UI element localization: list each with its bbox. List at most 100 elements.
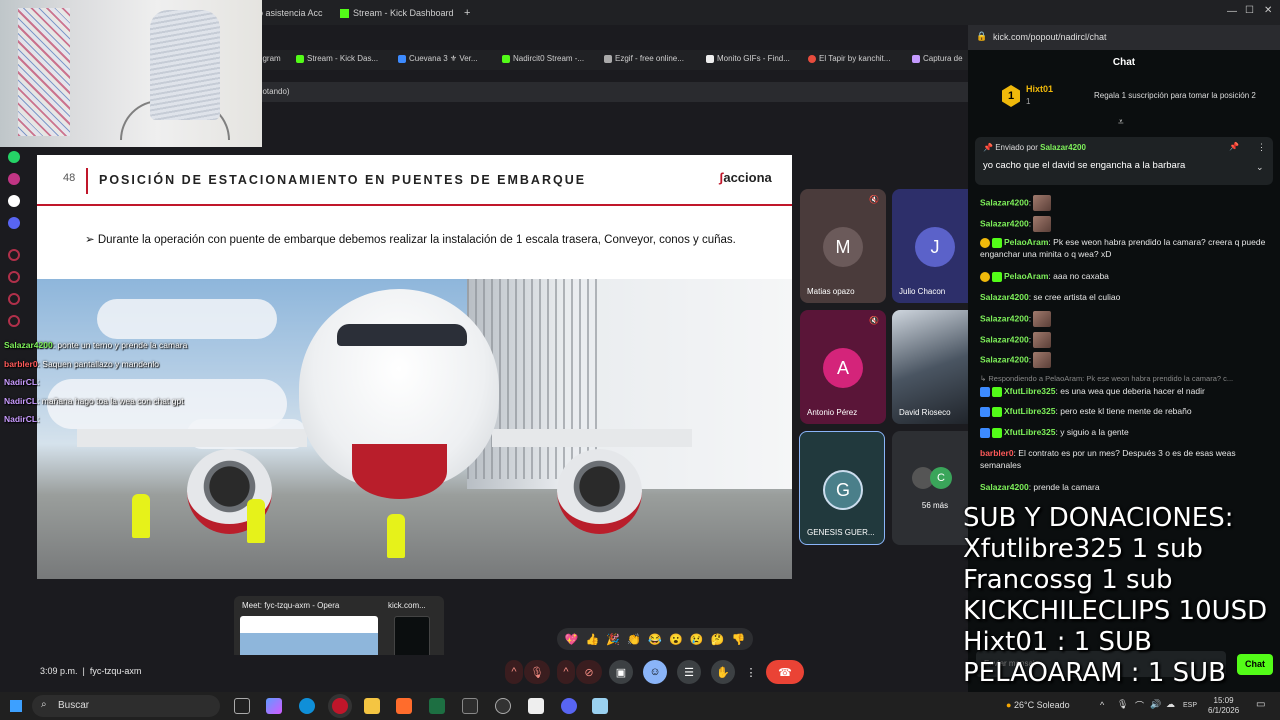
emoji-button[interactable]: ☺ xyxy=(643,660,667,684)
close-icon[interactable]: ✕ xyxy=(1264,5,1272,16)
opera-icon[interactable] xyxy=(332,698,348,714)
participant-tile[interactable]: J Julio Chacon xyxy=(892,189,978,303)
gift-sub-text[interactable]: Regala 1 suscripción para tomar la posic… xyxy=(1094,91,1256,100)
epic-games-icon[interactable] xyxy=(462,698,478,714)
participant-tile[interactable]: 🔇 M Matias opazo xyxy=(800,189,886,303)
pinned-text: yo cacho que el david se engancha a la b… xyxy=(983,160,1186,171)
chat-user[interactable]: barbler0 xyxy=(980,448,1014,458)
instagram-icon[interactable] xyxy=(8,173,20,185)
wifi-icon[interactable]: ⌒ xyxy=(1135,699,1144,712)
preview-title: Meet: fyc-tzqu-axm - Opera xyxy=(242,601,340,610)
bookmark-item[interactable]: Stream - Kick Das... xyxy=(296,54,378,63)
reaction-sad[interactable]: 😢 xyxy=(690,633,704,646)
copilot-icon[interactable] xyxy=(266,698,282,714)
pin-icon[interactable]: 📌 xyxy=(1229,142,1239,151)
tab-kick-dashboard[interactable]: Stream - Kick Dashboard xyxy=(340,4,454,22)
chat-text: : xyxy=(1028,313,1032,324)
participant-tile-active[interactable]: G GENESIS GUER... xyxy=(799,431,885,545)
bookmark-item[interactable]: El Tapir by kanchit... xyxy=(808,54,890,63)
chat-user[interactable]: Salazar4200 xyxy=(980,197,1029,207)
chat-user[interactable]: Salazar4200 xyxy=(980,292,1029,302)
microphone-icon[interactable]: 🎙 xyxy=(1117,699,1128,710)
notifications-icon[interactable]: ▭ xyxy=(1256,699,1265,710)
camera-options-chevron-icon[interactable]: ^ xyxy=(557,660,575,684)
volume-icon[interactable]: 🔊 xyxy=(1150,699,1161,710)
more-icon[interactable]: ⋮ xyxy=(1257,142,1266,153)
excel-icon[interactable] xyxy=(429,698,445,714)
bookmark-item[interactable]: Cuevana 3 ⚜ Ver... xyxy=(398,54,478,63)
clock[interactable]: 15:09 6/1/2026 xyxy=(1208,696,1239,716)
reaction-laugh[interactable]: 😂 xyxy=(648,633,662,646)
bookmark-item[interactable]: Ezgif - free online... xyxy=(604,54,684,63)
captions-button[interactable]: ☰ xyxy=(677,660,701,684)
participant-tile[interactable]: 🔇 A Antonio Pérez xyxy=(800,310,886,424)
chat-user[interactable]: Salazar4200 xyxy=(980,354,1029,364)
collapse-icon[interactable]: ⩡ xyxy=(1118,117,1124,128)
chevron-down-icon[interactable]: ⌄ xyxy=(1256,162,1264,173)
reaction-thumbs-up[interactable]: 👍 xyxy=(585,633,599,646)
chat-user[interactable]: PelaoAram xyxy=(1004,237,1048,247)
app-icon[interactable] xyxy=(592,698,608,714)
new-tab-button[interactable]: + xyxy=(464,4,470,22)
tray-chevron-icon[interactable]: ^ xyxy=(1100,700,1104,710)
participant-tile[interactable]: David Rioseco xyxy=(892,310,978,424)
present-button[interactable]: ▣ xyxy=(609,660,633,684)
file-explorer-icon[interactable] xyxy=(364,698,380,714)
taskbar-search[interactable]: ⌕ Buscar xyxy=(32,695,220,717)
chat-user[interactable]: Salazar4200 xyxy=(980,334,1029,344)
slide-header: 48 POSICIÓN DE ESTACIONAMIENTO EN PUENTE… xyxy=(37,155,792,206)
chat-user[interactable]: Salazar4200 xyxy=(980,313,1029,323)
participant-name: Matias opazo xyxy=(807,287,855,296)
language-indicator[interactable]: ESP xyxy=(1183,702,1197,709)
whatsapp-icon[interactable] xyxy=(8,151,20,163)
pinned-by-user: Salazar4200 xyxy=(1040,143,1086,152)
more-options-button[interactable]: ⋮ xyxy=(743,660,759,684)
bookmark-item[interactable]: Nadircit0 Stream -... xyxy=(502,54,584,63)
tiktok-icon[interactable] xyxy=(8,195,20,207)
maximize-icon[interactable]: ☐ xyxy=(1245,5,1254,16)
cloud-icon[interactable]: ☁ xyxy=(1166,699,1175,710)
obs-icon[interactable] xyxy=(495,698,511,714)
minimize-icon[interactable]: — xyxy=(1227,6,1237,17)
reaction-heart[interactable]: 💖 xyxy=(565,633,579,646)
bookmark-item[interactable]: Monito GIFs - Find... xyxy=(706,54,790,63)
windows-start-icon[interactable] xyxy=(10,700,22,712)
raise-hand-button[interactable]: ✋ xyxy=(711,660,735,684)
chat-user[interactable]: XfutLibre325 xyxy=(1004,386,1056,396)
badge-icon xyxy=(980,386,990,397)
reaction-thumbs-down[interactable]: 👎 xyxy=(732,633,746,646)
task-view-icon[interactable] xyxy=(234,698,250,714)
discord-icon[interactable] xyxy=(8,217,20,229)
settings-icon[interactable] xyxy=(8,315,20,327)
edge-icon[interactable] xyxy=(299,698,315,714)
clock-icon[interactable] xyxy=(8,271,20,283)
slide-number: 48 xyxy=(63,172,76,184)
mic-off-button[interactable]: 🎙 xyxy=(524,660,550,684)
kick-address-bar[interactable]: 🔒 kick.com/popout/nadircl/chat xyxy=(968,25,1280,50)
reaction-surprised[interactable]: 😮 xyxy=(669,633,683,646)
circle-icon[interactable] xyxy=(8,249,20,261)
leave-call-button[interactable]: ☎ xyxy=(766,660,804,684)
chat-user[interactable]: XfutLibre325 xyxy=(1004,406,1056,416)
overlay-chat-line: NadirCL: xyxy=(4,410,254,429)
chat-user[interactable]: Salazar4200 xyxy=(980,482,1029,492)
discord-icon[interactable] xyxy=(561,698,577,714)
mic-options-chevron-icon[interactable]: ^ xyxy=(505,660,523,684)
ground-worker xyxy=(387,514,405,558)
reaction-thinking[interactable]: 🤔 xyxy=(711,633,725,646)
bookmark-label: Monito GIFs - Find... xyxy=(717,54,790,63)
box-icon[interactable] xyxy=(8,293,20,305)
tab-asistencia[interactable]: o asistencia Acc xyxy=(258,4,323,22)
overlay-chat-text: : Saquen pantallazo y mandenlo xyxy=(37,358,159,369)
reaction-party[interactable]: 🎉 xyxy=(606,633,620,646)
weather-widget[interactable]: ● 26°C Soleado xyxy=(1006,700,1070,710)
calendar-icon[interactable] xyxy=(528,698,544,714)
reaction-clap[interactable]: 👏 xyxy=(627,633,641,646)
bookmark-item[interactable]: Captura de xyxy=(912,54,963,63)
chat-user[interactable]: Salazar4200 xyxy=(980,218,1029,228)
brave-icon[interactable] xyxy=(396,698,412,714)
ground-worker xyxy=(247,499,265,543)
camera-off-button[interactable]: ⊘ xyxy=(576,660,602,684)
chat-user[interactable]: PelaoAram xyxy=(1004,271,1048,281)
chat-user[interactable]: XfutLibre325 xyxy=(1004,427,1056,437)
